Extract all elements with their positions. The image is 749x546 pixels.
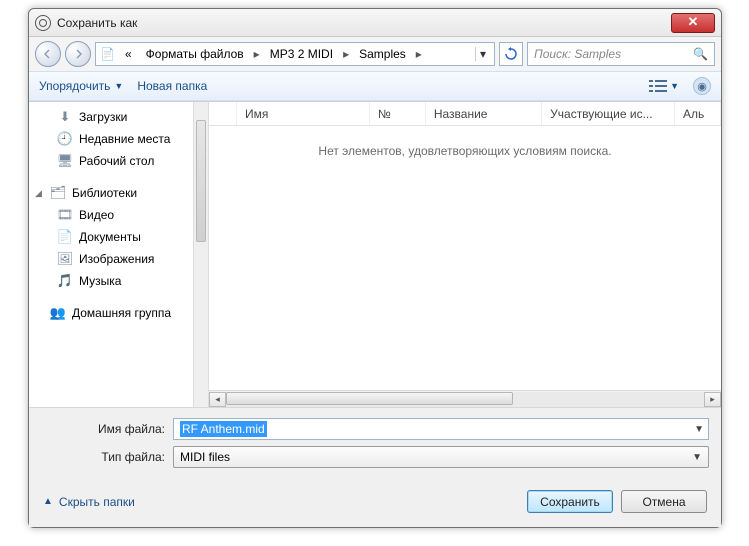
scroll-right-button[interactable]: ▸ (704, 392, 721, 407)
refresh-button[interactable] (499, 42, 523, 66)
sidebar-homegroup[interactable]: 👥Домашняя группа (29, 302, 193, 324)
titlebar: Сохранить как ✕ (29, 9, 721, 37)
view-options-button[interactable]: ▼ (649, 79, 679, 93)
sidebar-item-pictures[interactable]: 🖼Изображения (29, 248, 193, 270)
empty-message: Нет элементов, удовлетворяющих условиям … (209, 126, 721, 390)
search-input[interactable]: Поиск: Samples 🔍 (527, 42, 715, 66)
music-icon: 🎵 (57, 273, 73, 289)
scroll-thumb[interactable] (226, 392, 513, 405)
filetype-value: MIDI files (180, 450, 230, 464)
forward-button[interactable] (65, 41, 91, 67)
file-list-pane: Имя № Название Участвующие ис... Аль Нет… (209, 102, 721, 407)
pictures-icon: 🖼 (57, 251, 73, 267)
hide-folders-link[interactable]: ▲ Скрыть папки (43, 495, 135, 509)
back-button[interactable] (35, 41, 61, 67)
column-checkbox[interactable] (209, 102, 237, 125)
breadcrumb-dropdown[interactable]: ▾ (475, 47, 490, 61)
column-name[interactable]: Имя (237, 102, 370, 125)
app-icon (35, 15, 51, 31)
cancel-button[interactable]: Отмена (621, 490, 707, 513)
sidebar-item-recent[interactable]: 🕘Недавние места (29, 128, 193, 150)
sidebar-libraries[interactable]: ◢🗂Библиотеки (29, 182, 193, 204)
homegroup-icon: 👥 (50, 305, 66, 321)
new-folder-button[interactable]: Новая папка (137, 79, 207, 93)
sidebar-item-documents[interactable]: 📄Документы (29, 226, 193, 248)
save-button[interactable]: Сохранить (527, 490, 613, 513)
bottom-bar: ▲ Скрыть папки Сохранить Отмена (29, 480, 721, 527)
chevron-right-icon: ▸ (252, 47, 262, 61)
scroll-left-button[interactable]: ◂ (209, 392, 226, 407)
breadcrumb-segment[interactable]: Samples (353, 45, 412, 63)
chevron-right-icon: ▸ (414, 47, 424, 61)
column-number[interactable]: № (370, 102, 426, 125)
folder-icon: 📄 (100, 47, 115, 61)
filetype-combo[interactable]: MIDI files ▼ (173, 446, 709, 468)
breadcrumb-segment[interactable]: Форматы файлов (140, 45, 250, 63)
search-icon: 🔍 (693, 47, 708, 61)
breadcrumb-prefix: « (119, 45, 138, 63)
sidebar-item-music[interactable]: 🎵Музыка (29, 270, 193, 292)
sidebar-item-downloads[interactable]: ⬇Загрузки (29, 106, 193, 128)
breadcrumb-segment[interactable]: MP3 2 MIDI (264, 45, 339, 63)
save-as-dialog: Сохранить как ✕ 📄 « Форматы файлов ▸ MP3… (28, 8, 722, 528)
scroll-track[interactable] (226, 392, 704, 407)
organize-menu[interactable]: Упорядочить▼ (39, 79, 123, 93)
chevron-down-icon: ▼ (114, 81, 123, 91)
sidebar-scrollbar[interactable] (193, 102, 209, 407)
desktop-icon: 🖥 (57, 153, 73, 169)
chevron-down-icon: ▼ (670, 81, 679, 91)
form-area: Имя файла: RF Anthem.mid ▼ Тип файла: MI… (29, 407, 721, 480)
documents-icon: 📄 (57, 229, 73, 245)
filename-label: Имя файла: (41, 422, 173, 436)
filename-input[interactable]: RF Anthem.mid ▼ (173, 418, 709, 440)
column-artists[interactable]: Участвующие ис... (542, 102, 675, 125)
chevron-down-icon: ▼ (692, 452, 702, 463)
sidebar-item-desktop[interactable]: 🖥Рабочий стол (29, 150, 193, 172)
recent-icon: 🕘 (57, 131, 73, 147)
search-placeholder: Поиск: Samples (534, 47, 621, 61)
sidebar: ⬇Загрузки 🕘Недавние места 🖥Рабочий стол … (29, 102, 193, 407)
expand-icon: ◢ (35, 188, 44, 199)
chevron-right-icon: ▸ (341, 47, 351, 61)
content-area: ⬇Загрузки 🕘Недавние места 🖥Рабочий стол … (29, 101, 721, 407)
toolbar: Упорядочить▼ Новая папка ▼ ◉ (29, 71, 721, 101)
breadcrumb[interactable]: 📄 « Форматы файлов ▸ MP3 2 MIDI ▸ Sample… (95, 42, 495, 66)
help-button[interactable]: ◉ (693, 77, 711, 95)
filename-dropdown[interactable]: ▼ (694, 424, 704, 435)
column-title[interactable]: Название (426, 102, 542, 125)
window-title: Сохранить как (57, 16, 137, 30)
column-headers: Имя № Название Участвующие ис... Аль (209, 102, 721, 126)
filetype-label: Тип файла: (41, 450, 173, 464)
sidebar-item-video[interactable]: 🎞Видео (29, 204, 193, 226)
chevron-up-icon: ▲ (43, 496, 53, 507)
video-icon: 🎞 (57, 207, 73, 223)
close-button[interactable]: ✕ (671, 13, 715, 33)
downloads-icon: ⬇ (57, 109, 73, 125)
horizontal-scrollbar[interactable]: ◂ ▸ (209, 390, 721, 407)
libraries-icon: 🗂 (50, 185, 66, 201)
navigation-bar: 📄 « Форматы файлов ▸ MP3 2 MIDI ▸ Sample… (29, 37, 721, 71)
column-album[interactable]: Аль (675, 102, 721, 125)
filename-value: RF Anthem.mid (180, 421, 267, 437)
view-icon (649, 79, 667, 93)
